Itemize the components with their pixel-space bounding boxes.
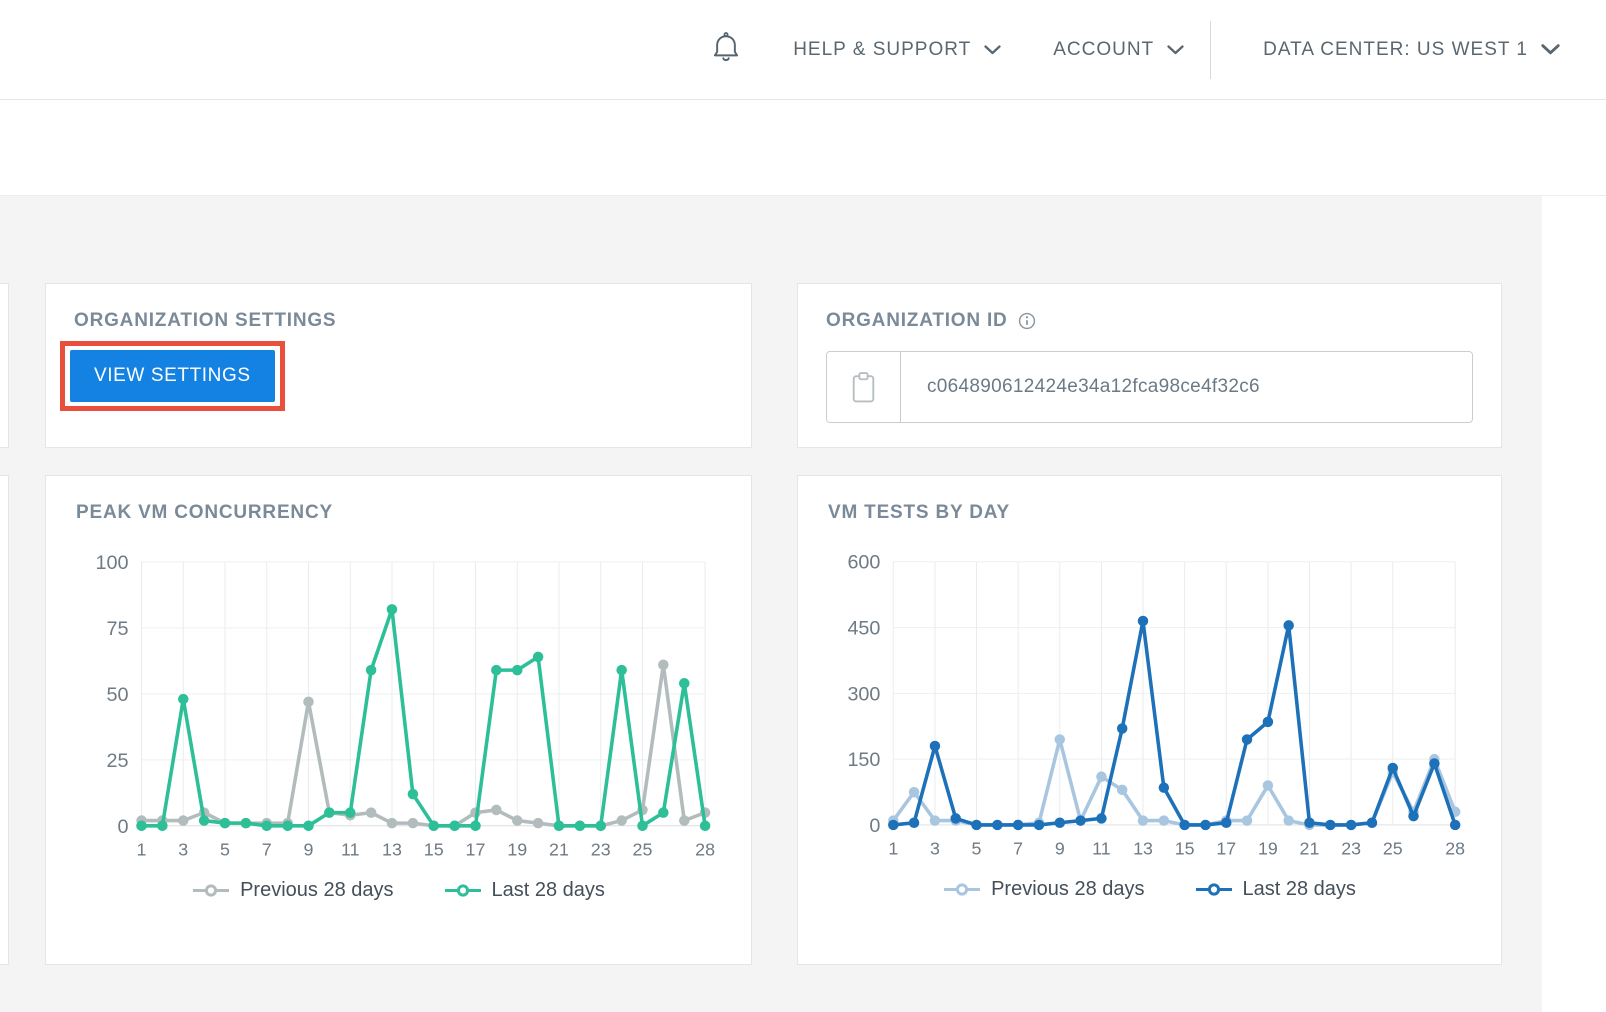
organization-settings-card: ORGANIZATION SETTINGS VIEW SETTINGS: [45, 283, 752, 448]
svg-text:3: 3: [930, 839, 940, 859]
organization-id-value[interactable]: c064890612424e34a12fca98ce4f32c6: [901, 352, 1472, 422]
legend-label: Previous 28 days: [991, 878, 1144, 901]
svg-text:9: 9: [304, 840, 314, 860]
legend-item[interactable]: Last 28 days: [1195, 878, 1356, 901]
svg-text:150: 150: [847, 749, 880, 771]
nav-divider: [1210, 21, 1211, 79]
vm-tests-by-day-chart: 015030045060013579111315171921232528: [828, 544, 1471, 872]
svg-text:17: 17: [466, 840, 486, 860]
svg-text:0: 0: [869, 815, 880, 837]
legend-marker-icon: [444, 883, 482, 898]
legend-label: Last 28 days: [1243, 878, 1356, 901]
svg-text:75: 75: [107, 618, 129, 640]
chart-legend: Previous 28 days Last 28 days: [76, 879, 721, 902]
cutoff-card-left: [0, 475, 9, 965]
info-icon[interactable]: [1018, 312, 1036, 330]
vm-tests-by-day-card: VM TESTS BY DAY 015030045060013579111315…: [797, 475, 1502, 965]
svg-text:1: 1: [888, 839, 898, 859]
legend-item[interactable]: Last 28 days: [444, 879, 605, 902]
svg-text:5: 5: [972, 839, 982, 859]
svg-text:21: 21: [549, 840, 569, 860]
svg-text:23: 23: [1341, 839, 1361, 859]
svg-text:450: 450: [847, 618, 880, 640]
chart-legend: Previous 28 days Last 28 days: [828, 878, 1471, 901]
clipboard-icon: [850, 371, 877, 404]
legend-marker-icon: [192, 883, 230, 898]
svg-text:15: 15: [424, 840, 444, 860]
svg-text:17: 17: [1216, 839, 1236, 859]
account-label: ACCOUNT: [1053, 39, 1154, 61]
annotation-highlight-box: VIEW SETTINGS: [60, 341, 285, 411]
svg-text:11: 11: [341, 840, 360, 860]
svg-text:1: 1: [137, 840, 147, 860]
subheader: [0, 100, 1606, 196]
legend-item[interactable]: Previous 28 days: [192, 879, 393, 902]
svg-text:21: 21: [1300, 839, 1320, 859]
svg-text:25: 25: [1383, 839, 1403, 859]
notifications-button[interactable]: [711, 32, 741, 67]
svg-text:100: 100: [96, 552, 129, 574]
copy-to-clipboard-button[interactable]: [827, 352, 901, 422]
cutoff-card-left: [0, 283, 9, 448]
svg-text:13: 13: [382, 840, 402, 860]
svg-text:9: 9: [1055, 839, 1065, 859]
peak-vm-concurrency-card: PEAK VM CONCURRENCY 02550751001357911131…: [45, 475, 752, 965]
help-support-menu[interactable]: HELP & SUPPORT: [793, 39, 1001, 61]
account-menu[interactable]: ACCOUNT: [1053, 39, 1184, 61]
organization-id-field: c064890612424e34a12fca98ce4f32c6: [826, 351, 1473, 423]
svg-text:11: 11: [1092, 839, 1111, 859]
chevron-down-icon: [1541, 44, 1560, 55]
top-nav: HELP & SUPPORT ACCOUNT DATA CENTER: US W…: [0, 0, 1606, 100]
svg-text:25: 25: [633, 840, 653, 860]
svg-text:3: 3: [178, 840, 188, 860]
svg-text:19: 19: [507, 840, 527, 860]
legend-label: Previous 28 days: [240, 879, 393, 902]
organization-id-card: ORGANIZATION ID c064890612424e34a: [797, 283, 1502, 448]
bell-icon: [711, 32, 741, 64]
svg-text:19: 19: [1258, 839, 1278, 859]
data-center-label: DATA CENTER: US WEST 1: [1263, 39, 1528, 61]
svg-text:23: 23: [591, 840, 611, 860]
help-support-label: HELP & SUPPORT: [793, 39, 971, 61]
svg-text:5: 5: [220, 840, 230, 860]
svg-text:300: 300: [847, 683, 880, 705]
peak-vm-concurrency-chart: 025507510013579111315171921232528: [76, 544, 721, 873]
svg-text:28: 28: [1445, 839, 1465, 859]
data-center-menu[interactable]: DATA CENTER: US WEST 1: [1263, 39, 1560, 61]
svg-text:0: 0: [118, 816, 129, 838]
svg-text:7: 7: [1013, 839, 1023, 859]
legend-item[interactable]: Previous 28 days: [943, 878, 1144, 901]
svg-text:15: 15: [1175, 839, 1195, 859]
legend-marker-icon: [1195, 882, 1233, 897]
organization-id-title: ORGANIZATION ID: [826, 310, 1008, 332]
chart-title: VM TESTS BY DAY: [828, 502, 1471, 524]
svg-text:50: 50: [107, 684, 129, 706]
view-settings-button[interactable]: VIEW SETTINGS: [70, 350, 275, 402]
svg-text:600: 600: [847, 552, 880, 574]
svg-text:25: 25: [107, 750, 129, 772]
organization-settings-title: ORGANIZATION SETTINGS: [74, 310, 723, 332]
cards-grid: ORGANIZATION SETTINGS VIEW SETTINGS ORGA…: [45, 283, 1606, 965]
legend-marker-icon: [943, 882, 981, 897]
organization-id-header: ORGANIZATION ID: [826, 310, 1473, 332]
legend-label: Last 28 days: [492, 879, 605, 902]
svg-text:13: 13: [1133, 839, 1153, 859]
page: HELP & SUPPORT ACCOUNT DATA CENTER: US W…: [0, 0, 1606, 1012]
main-content: ORGANIZATION SETTINGS VIEW SETTINGS ORGA…: [0, 196, 1606, 1012]
chevron-down-icon: [1167, 45, 1184, 55]
chevron-down-icon: [984, 45, 1001, 55]
chart-title: PEAK VM CONCURRENCY: [76, 502, 721, 524]
svg-text:28: 28: [695, 840, 715, 860]
svg-text:7: 7: [262, 840, 272, 860]
